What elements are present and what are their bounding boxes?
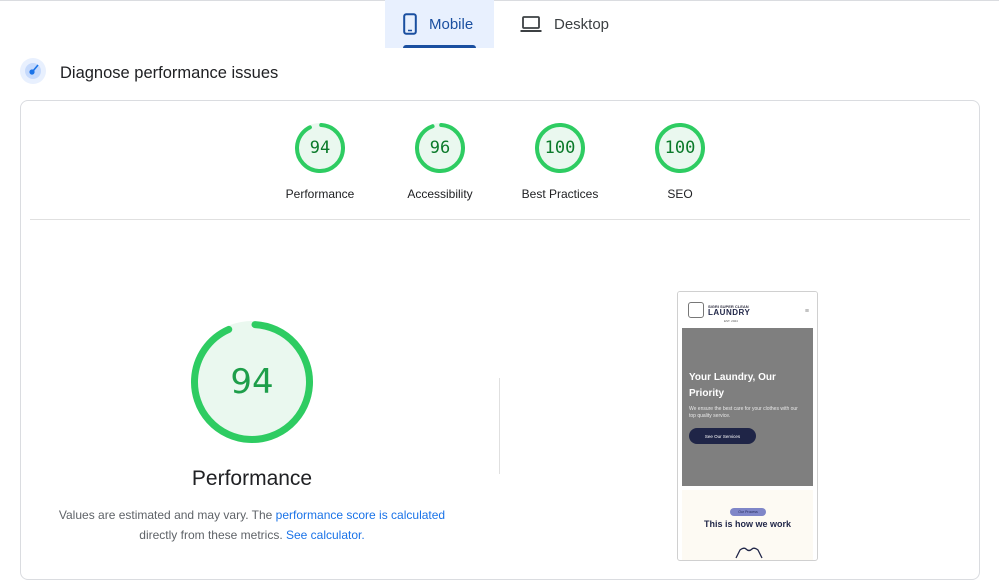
process-title: This is how we work <box>703 519 792 529</box>
gauge-ring: 100 <box>655 123 705 173</box>
divider <box>30 219 970 220</box>
tab-desktop-label: Desktop <box>554 15 610 33</box>
gauge-score: 100 <box>664 138 696 158</box>
laundry-logo-icon <box>688 302 704 318</box>
gauge-performance[interactable]: 94 Performance <box>260 123 380 201</box>
see-calculator-link[interactable]: See calculator. <box>286 528 365 542</box>
gauge-ring: 96 <box>415 123 465 173</box>
brand-name: LAUNDRY <box>708 308 751 317</box>
report-card: 94 Performance 96 Accessibility 100 Best… <box>20 100 980 580</box>
process-pill: Our Process <box>730 508 766 516</box>
gauge-score: 96 <box>429 138 451 158</box>
diagnose-title: Diagnose performance issues <box>60 64 279 82</box>
gauge-seo[interactable]: 100 SEO <box>620 123 740 201</box>
performance-title: Performance <box>191 467 313 490</box>
gauge-label: SEO <box>667 187 693 201</box>
vertical-divider <box>499 378 500 474</box>
smartphone-icon <box>403 13 417 35</box>
diagnose-header: Diagnose performance issues <box>20 58 278 89</box>
gauge-score: 94 <box>309 138 331 158</box>
tab-mobile-label: Mobile <box>429 15 474 33</box>
gauge-icon <box>20 58 46 89</box>
big-gauge-score: 94 <box>230 362 274 402</box>
brand-est: EST. 2024 <box>724 319 738 323</box>
desc-text: Values are estimated and may vary. The <box>58 508 276 522</box>
gauge-score: 100 <box>544 138 576 158</box>
shirt-icon <box>735 547 763 559</box>
tab-mobile[interactable]: Mobile <box>385 0 494 48</box>
hero-button: See Our Services <box>689 428 756 444</box>
site-hero: Your Laundry, Our Priority We ensure the… <box>682 328 813 486</box>
gauge-label: Best Practices <box>521 187 599 201</box>
category-gauges: 94 Performance 96 Accessibility 100 Best… <box>21 123 979 201</box>
hero-subtitle: We ensure the best care for your clothes… <box>689 406 798 419</box>
laptop-icon <box>520 15 542 33</box>
performance-big-gauge: 94 <box>191 321 313 443</box>
site-header: SIGRI SUPER CLEAN LAUNDRY EST. 2024 ≡ <box>678 292 817 328</box>
site-process-section: Our Process This is how we work <box>682 490 813 560</box>
performance-description: Values are estimated and may vary. The p… <box>41 505 463 545</box>
gauge-label: Accessibility <box>407 187 473 201</box>
gauge-accessibility[interactable]: 96 Accessibility <box>380 123 500 201</box>
score-calculated-link[interactable]: performance score is calculated <box>276 508 445 522</box>
gauge-ring: 94 <box>295 123 345 173</box>
tab-desktop[interactable]: Desktop <box>494 0 625 48</box>
device-tabs: Mobile Desktop <box>385 0 625 48</box>
hamburger-menu-icon: ≡ <box>804 308 809 315</box>
gauge-best-practices[interactable]: 100 Best Practices <box>500 123 620 201</box>
page-screenshot-thumbnail: SIGRI SUPER CLEAN LAUNDRY EST. 2024 ≡ Yo… <box>677 291 818 561</box>
gauge-ring: 100 <box>535 123 585 173</box>
desc-text: directly from these metrics. <box>139 528 286 542</box>
hero-title: Your Laundry, Our Priority <box>689 372 776 399</box>
gauge-label: Performance <box>285 187 355 201</box>
